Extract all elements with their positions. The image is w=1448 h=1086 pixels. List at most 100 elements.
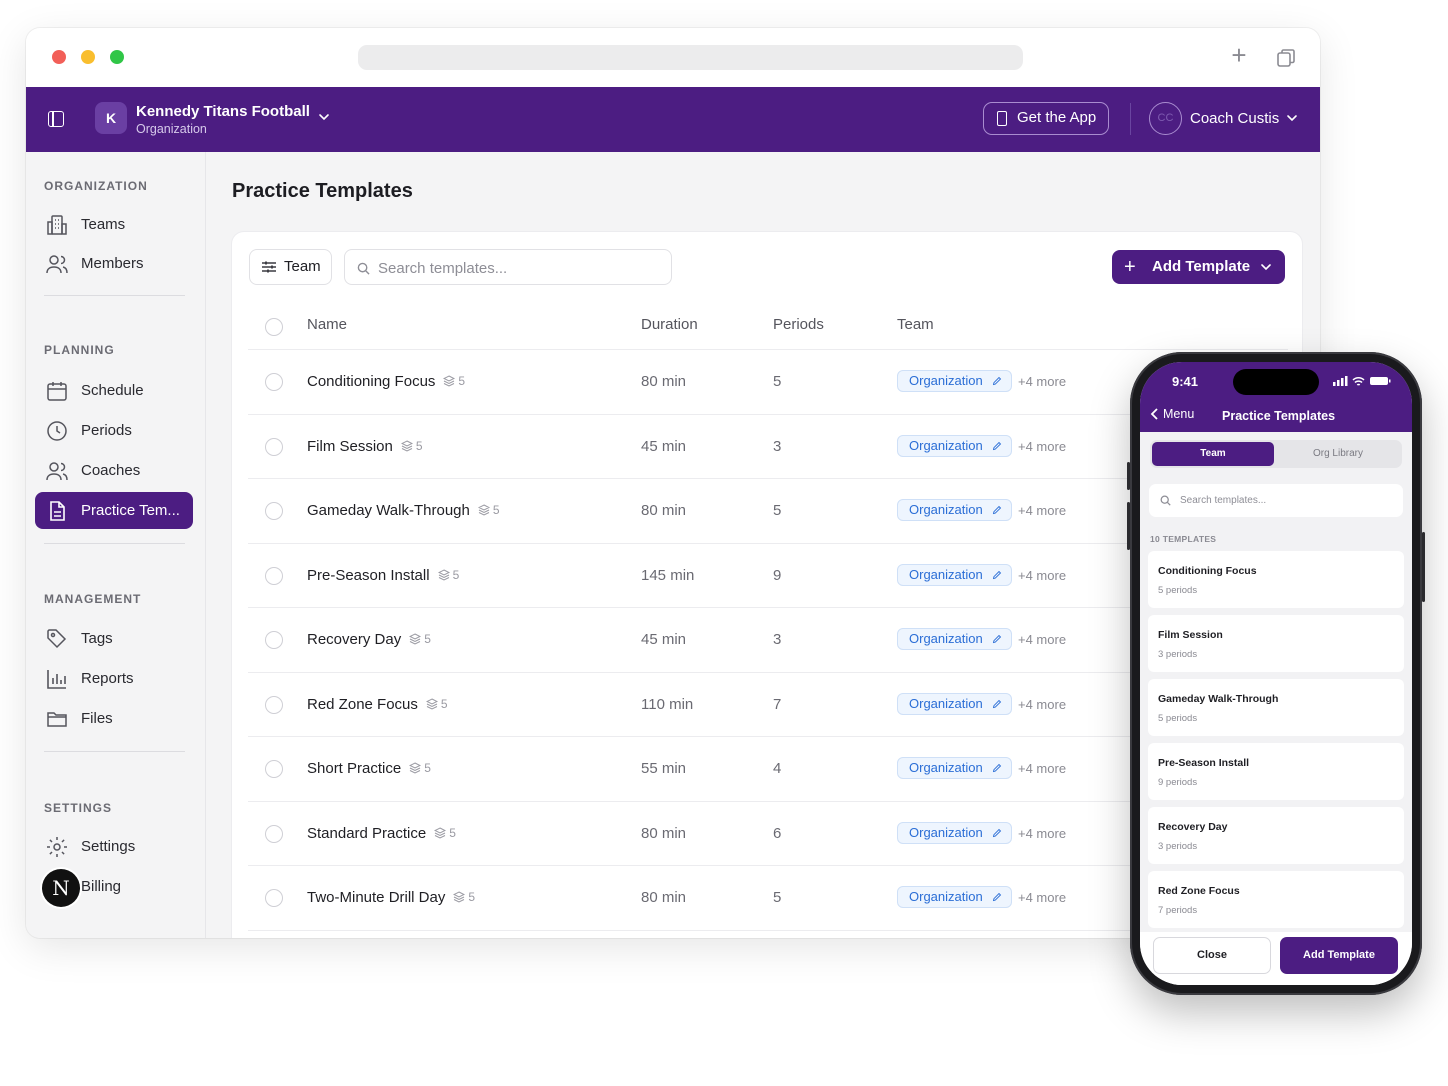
- team-tag[interactable]: Organization: [897, 628, 1012, 650]
- user-name[interactable]: Coach Custis: [1190, 110, 1279, 127]
- phone-list-item[interactable]: Pre-Season Install 9 periods: [1148, 743, 1404, 800]
- phone-add-template-button[interactable]: Add Template: [1280, 937, 1398, 974]
- sidebar-item-reports[interactable]: Reports: [35, 660, 193, 697]
- more-teams-link[interactable]: +4 more: [1018, 632, 1066, 647]
- row-checkbox[interactable]: [265, 824, 283, 843]
- sidebar-item-label: Coaches: [81, 462, 141, 479]
- row-checkbox[interactable]: [265, 437, 283, 456]
- chevron-down-icon[interactable]: [318, 111, 330, 123]
- minimize-window-button[interactable]: [81, 50, 95, 64]
- user-avatar[interactable]: CC: [1149, 102, 1182, 135]
- periods-cell: 3: [773, 631, 782, 648]
- get-the-app-button[interactable]: Get the App: [983, 102, 1109, 135]
- row-checkbox[interactable]: [265, 631, 283, 649]
- search-input[interactable]: [378, 257, 658, 279]
- phone-list-item[interactable]: Recovery Day 3 periods: [1148, 807, 1404, 864]
- topbar-divider: [1130, 103, 1131, 135]
- pencil-icon: [992, 892, 1001, 902]
- template-name[interactable]: Red Zone Focus 5: [307, 696, 448, 713]
- org-avatar[interactable]: K: [95, 102, 127, 134]
- more-teams-link[interactable]: +4 more: [1018, 374, 1066, 389]
- search-box[interactable]: [344, 249, 672, 285]
- sidebar-item-schedule[interactable]: Schedule: [35, 372, 193, 409]
- maximize-window-button[interactable]: [110, 50, 124, 64]
- row-checkbox[interactable]: [265, 502, 283, 520]
- sidebar-item-tags[interactable]: Tags: [35, 620, 193, 657]
- phone-back-label: Menu: [1163, 407, 1195, 421]
- column-header-name[interactable]: Name: [307, 316, 347, 333]
- chevron-down-icon[interactable]: [1260, 261, 1272, 273]
- column-header-periods[interactable]: Periods: [773, 316, 824, 333]
- team-tag[interactable]: Organization: [897, 821, 1012, 844]
- users-icon: [46, 255, 68, 274]
- sidebar-item-settings[interactable]: Settings: [35, 828, 193, 865]
- phone-list-item[interactable]: Film Session 3 periods: [1148, 615, 1404, 672]
- team-tag[interactable]: Organization: [897, 370, 1012, 392]
- template-name[interactable]: Film Session 5: [307, 438, 423, 455]
- phone-side-button: [1127, 502, 1130, 550]
- more-teams-link[interactable]: +4 more: [1018, 697, 1066, 712]
- sidebar-item-members[interactable]: Members: [35, 245, 193, 282]
- column-header-duration[interactable]: Duration: [641, 316, 698, 333]
- phone-list-item[interactable]: Conditioning Focus 5 periods: [1148, 551, 1404, 608]
- phone-back-button[interactable]: Menu: [1150, 407, 1194, 421]
- team-tag[interactable]: Organization: [897, 757, 1012, 779]
- phone-item-subtitle: 3 periods: [1158, 649, 1198, 660]
- phone-screen: 9:41 Menu Practice Templates Team Org Li…: [1140, 362, 1412, 985]
- address-bar[interactable]: [358, 45, 1023, 70]
- phone-list-item[interactable]: Red Zone Focus 7 periods: [1148, 871, 1404, 928]
- add-template-button[interactable]: + Add Template: [1112, 250, 1285, 284]
- row-checkbox[interactable]: [265, 695, 283, 714]
- template-name[interactable]: Gameday Walk-Through 5: [307, 502, 500, 519]
- dev-tools-badge[interactable]: N: [42, 869, 80, 907]
- row-checkbox[interactable]: [265, 760, 283, 778]
- more-teams-link[interactable]: +4 more: [1018, 761, 1066, 776]
- chevron-left-icon: [1150, 408, 1158, 420]
- team-filter-button[interactable]: Team: [249, 249, 332, 285]
- phone-close-button[interactable]: Close: [1153, 937, 1271, 974]
- team-tag[interactable]: Organization: [897, 692, 1012, 715]
- period-count: 5: [453, 890, 475, 904]
- template-name[interactable]: Recovery Day 5: [307, 631, 431, 648]
- template-name[interactable]: Conditioning Focus 5: [307, 373, 465, 390]
- row-checkbox[interactable]: [265, 566, 283, 585]
- template-name[interactable]: Two-Minute Drill Day 5: [307, 889, 475, 906]
- team-tag[interactable]: Organization: [897, 499, 1012, 521]
- new-tab-icon[interactable]: +: [1228, 42, 1250, 68]
- sidebar-item-coaches[interactable]: Coaches: [35, 452, 193, 489]
- column-header-team[interactable]: Team: [897, 316, 934, 333]
- chevron-down-icon[interactable]: [1286, 112, 1298, 124]
- row-checkbox[interactable]: [265, 373, 283, 391]
- more-teams-link[interactable]: +4 more: [1018, 503, 1066, 518]
- periods-cell: 3: [773, 437, 782, 455]
- more-teams-link[interactable]: +4 more: [1018, 826, 1066, 841]
- team-tag[interactable]: Organization: [897, 563, 1012, 586]
- tabs-overview-icon[interactable]: [1276, 48, 1296, 68]
- phone-tab-team[interactable]: Team: [1152, 442, 1274, 466]
- phone-search-input[interactable]: [1180, 493, 1390, 508]
- sidebar-item-teams[interactable]: Teams: [35, 206, 193, 243]
- more-teams-link[interactable]: +4 more: [1018, 890, 1066, 905]
- template-name[interactable]: Short Practice 5: [307, 760, 431, 777]
- sidebar-item-files[interactable]: Files: [35, 700, 193, 737]
- template-name[interactable]: Standard Practice 5: [307, 825, 456, 842]
- row-checkbox[interactable]: [265, 889, 283, 907]
- org-name[interactable]: Kennedy Titans Football: [136, 103, 310, 120]
- team-tag[interactable]: Organization: [897, 886, 1012, 908]
- phone-search-box[interactable]: [1149, 484, 1403, 517]
- more-teams-link[interactable]: +4 more: [1018, 439, 1066, 454]
- sidebar: ORGANIZATION Teams Members PLANNING Sche…: [26, 152, 206, 938]
- phone-title: Practice Templates: [1222, 409, 1336, 423]
- sidebar-item-periods[interactable]: Periods: [35, 412, 193, 449]
- close-window-button[interactable]: [52, 50, 66, 64]
- periods-cell: 6: [773, 824, 782, 842]
- sidebar-toggle-icon[interactable]: [48, 111, 64, 127]
- select-all-checkbox[interactable]: [265, 318, 283, 336]
- phone-list-item[interactable]: Gameday Walk-Through 5 periods: [1148, 679, 1404, 736]
- more-teams-link[interactable]: +4 more: [1018, 568, 1066, 583]
- phone-tab-org-library[interactable]: Org Library: [1276, 442, 1400, 466]
- team-tag-label: Organization: [909, 437, 983, 453]
- template-name[interactable]: Pre-Season Install 5: [307, 567, 459, 584]
- team-tag[interactable]: Organization: [897, 434, 1012, 457]
- sidebar-item-practice-templates[interactable]: Practice Tem...: [35, 492, 193, 529]
